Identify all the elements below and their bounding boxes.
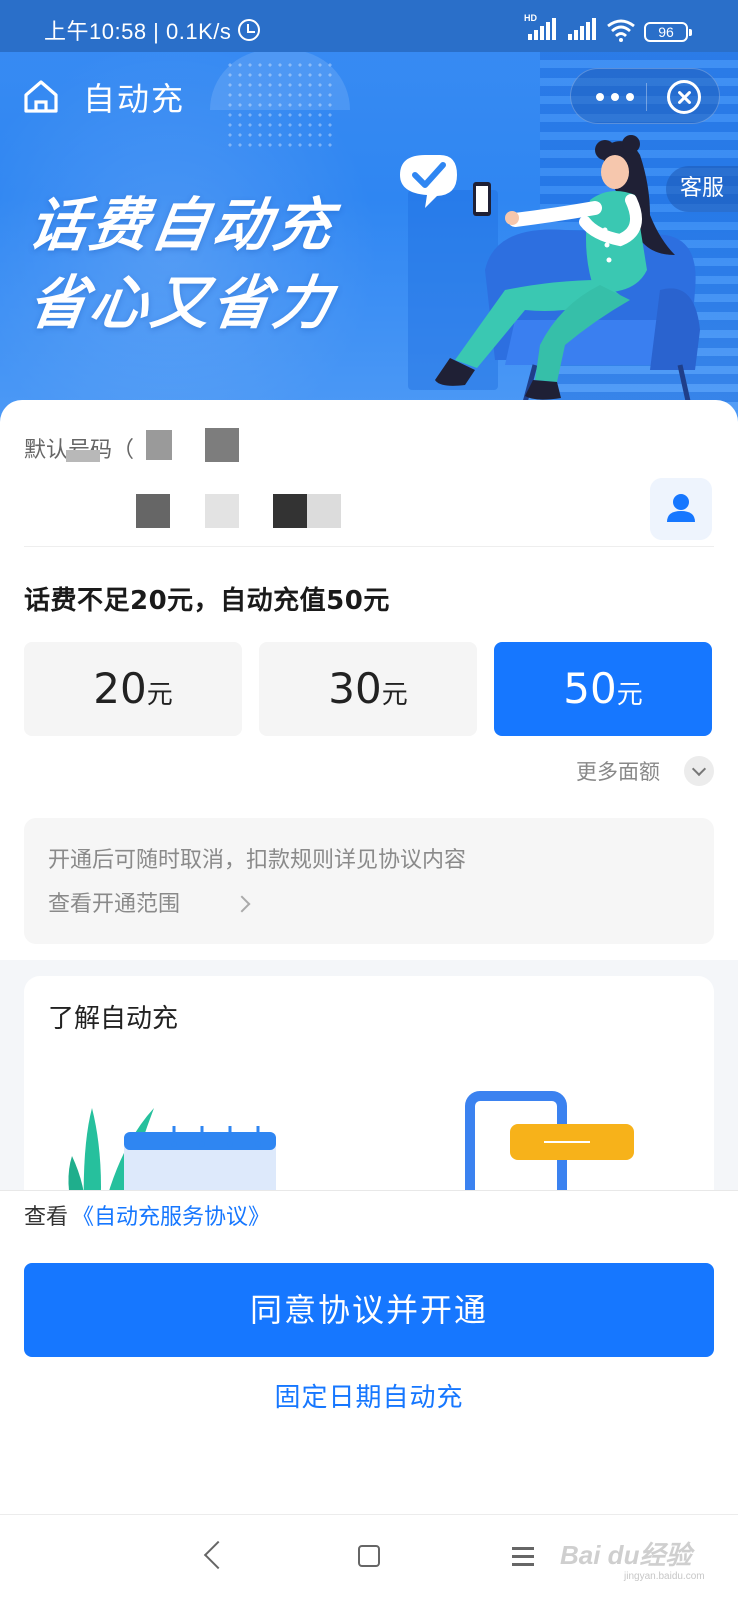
signal-icon-2 bbox=[568, 18, 596, 40]
more-amounts-link[interactable]: 更多面额 bbox=[576, 756, 660, 786]
chevron-right-icon[interactable] bbox=[233, 895, 251, 913]
notice-box: 开通后可随时取消，扣款规则详见协议内容 查看开通范围 bbox=[24, 818, 714, 944]
phone-number-masked[interactable] bbox=[24, 492, 624, 532]
fixed-date-recharge-link[interactable]: 固定日期自动充 bbox=[0, 1377, 738, 1414]
learn-card: 了解自动充 bbox=[24, 976, 714, 1216]
wifi-icon bbox=[607, 19, 635, 42]
banner-slogan-line1: 话费自动充 bbox=[24, 191, 340, 259]
home-square-icon[interactable] bbox=[358, 1545, 380, 1567]
learn-title: 了解自动充 bbox=[48, 1004, 179, 1034]
service-agreement-link[interactable]: 《自动充服务协议》 bbox=[72, 1199, 270, 1231]
mini-program-capsule bbox=[570, 68, 720, 124]
background-dots bbox=[225, 60, 335, 150]
bottom-action-bar: 查看 《自动充服务协议》 同意协议并开通 固定日期自动充 bbox=[0, 1190, 738, 1514]
back-icon[interactable] bbox=[203, 1540, 233, 1570]
amount-value: 50 bbox=[563, 664, 617, 713]
amount-value: 30 bbox=[328, 664, 382, 713]
watermark: Bai du经验 bbox=[560, 1540, 692, 1570]
customer-service-button[interactable]: 客服 bbox=[666, 166, 738, 212]
amount-value: 20 bbox=[93, 664, 147, 713]
redaction-block bbox=[307, 494, 341, 528]
more-button[interactable] bbox=[589, 81, 641, 113]
redaction-block bbox=[205, 428, 239, 462]
signal-icon bbox=[528, 18, 556, 40]
chevron-down-icon[interactable] bbox=[684, 756, 714, 786]
alarm-icon bbox=[238, 19, 260, 41]
battery-icon: 96 bbox=[644, 22, 692, 42]
redaction-block bbox=[136, 494, 170, 528]
redaction-block bbox=[205, 494, 239, 528]
view-scope-link[interactable]: 查看开通范围 bbox=[48, 886, 180, 918]
redaction-block bbox=[66, 450, 100, 462]
watermark-url: jingyan.baidu.com bbox=[624, 1571, 705, 1582]
close-icon[interactable] bbox=[667, 80, 701, 114]
amount-unit: 元 bbox=[616, 680, 643, 710]
amount-option-50[interactable]: 50元 bbox=[494, 642, 712, 736]
recharge-rule-title: 话费不足20元，自动充值50元 bbox=[24, 586, 390, 616]
agree-and-activate-button[interactable]: 同意协议并开通 bbox=[24, 1263, 714, 1357]
amount-unit: 元 bbox=[381, 680, 408, 710]
notice-text: 开通后可随时取消，扣款规则详见协议内容 bbox=[48, 848, 467, 873]
amount-unit: 元 bbox=[146, 680, 173, 710]
divider bbox=[24, 546, 714, 547]
agreement-prefix: 查看 bbox=[24, 1205, 69, 1230]
redaction-block bbox=[146, 430, 172, 460]
contact-picker-button[interactable] bbox=[650, 478, 712, 540]
status-time: 上午10:58 | 0.1K/s bbox=[44, 19, 232, 44]
home-icon[interactable] bbox=[22, 78, 60, 114]
amount-option-30[interactable]: 30元 bbox=[259, 642, 477, 736]
menu-icon[interactable] bbox=[512, 1545, 534, 1567]
page-title: 自动充 bbox=[83, 80, 186, 118]
capsule-divider bbox=[646, 83, 647, 111]
amount-option-20[interactable]: 20元 bbox=[24, 642, 242, 736]
banner-slogan-line2: 省心又省力 bbox=[24, 269, 340, 337]
auto-recharge-card: 默认号码（ 话费不足20元，自动充值50元 20元 30元 50元 更多面额 开… bbox=[0, 400, 738, 1216]
hero-banner: 话费自动充 省心又省力 上午10:58 | 0.1K/s HD 96 自动充 客… bbox=[0, 0, 738, 440]
status-bar: 上午10:58 | 0.1K/s HD 96 bbox=[0, 0, 738, 52]
system-navigation-bar: Bai du经验 jingyan.baidu.com bbox=[0, 1514, 738, 1600]
redaction-block bbox=[273, 494, 307, 528]
